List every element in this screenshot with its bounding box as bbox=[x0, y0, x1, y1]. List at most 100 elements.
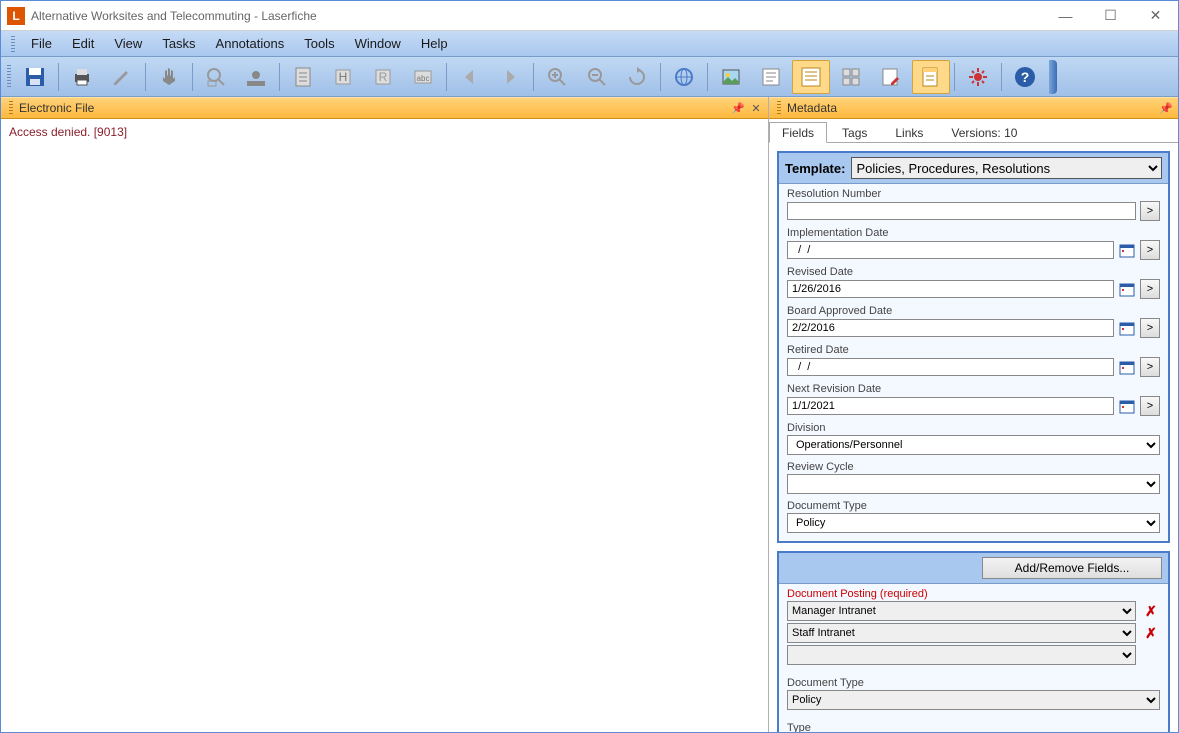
prev-icon[interactable] bbox=[451, 60, 489, 94]
calendar-icon[interactable] bbox=[1118, 397, 1136, 415]
resolution-number-more-button[interactable]: > bbox=[1140, 201, 1160, 221]
document-type2-select[interactable]: Policy bbox=[787, 690, 1160, 710]
calendar-icon[interactable] bbox=[1118, 241, 1136, 259]
help-icon[interactable]: ? bbox=[1006, 60, 1044, 94]
save-icon[interactable] bbox=[16, 60, 54, 94]
implementation-date-more-button[interactable]: > bbox=[1140, 240, 1160, 260]
pin-icon[interactable]: 📌 bbox=[1158, 100, 1174, 116]
toolbar-grip bbox=[7, 65, 11, 89]
app-icon: L bbox=[7, 7, 25, 25]
electronic-file-panel: Electronic File 📌 ✕ Access denied. [9013… bbox=[1, 97, 769, 732]
calendar-icon[interactable] bbox=[1118, 358, 1136, 376]
highlight-icon[interactable]: H bbox=[324, 60, 362, 94]
menubar-grip bbox=[11, 36, 15, 52]
minimize-button[interactable]: — bbox=[1043, 2, 1088, 30]
template-label: Template: bbox=[785, 161, 845, 176]
globe-icon[interactable] bbox=[665, 60, 703, 94]
field-retired-date: Retired Date > bbox=[779, 340, 1168, 379]
pan-icon[interactable] bbox=[150, 60, 188, 94]
close-button[interactable]: ✕ bbox=[1133, 2, 1178, 30]
menu-window[interactable]: Window bbox=[345, 32, 411, 55]
redact-icon[interactable]: R bbox=[364, 60, 402, 94]
template-select[interactable]: Policies, Procedures, Resolutions bbox=[851, 157, 1162, 179]
document-posting-select-3[interactable] bbox=[787, 645, 1136, 665]
revised-date-label: Revised Date bbox=[787, 266, 1160, 278]
panel-close-icon[interactable]: ✕ bbox=[748, 100, 764, 116]
resolution-number-label: Resolution Number bbox=[787, 188, 1160, 200]
toolbar-overflow[interactable] bbox=[1049, 60, 1057, 94]
menu-tasks[interactable]: Tasks bbox=[152, 32, 205, 55]
division-select[interactable]: Operations/Personnel bbox=[787, 435, 1160, 455]
panel-grip bbox=[777, 101, 781, 115]
document-posting-select-1[interactable]: Manager Intranet bbox=[787, 601, 1136, 621]
implementation-date-input[interactable] bbox=[787, 241, 1114, 259]
image-icon[interactable] bbox=[712, 60, 750, 94]
menu-help[interactable]: Help bbox=[411, 32, 458, 55]
board-approved-date-more-button[interactable]: > bbox=[1140, 318, 1160, 338]
metadata-header: Metadata 📌 bbox=[769, 97, 1178, 119]
review-cycle-select[interactable] bbox=[787, 474, 1160, 494]
print-icon[interactable] bbox=[63, 60, 101, 94]
document-type2-label: Document Type bbox=[787, 677, 1160, 689]
menu-file[interactable]: File bbox=[21, 32, 62, 55]
page-icon[interactable] bbox=[284, 60, 322, 94]
svg-text:abc: abc bbox=[417, 74, 430, 83]
document-type-select[interactable]: Policy bbox=[787, 513, 1160, 533]
next-revision-date-input[interactable] bbox=[787, 397, 1114, 415]
tab-links[interactable]: Links bbox=[882, 122, 936, 143]
edit-page-icon[interactable] bbox=[872, 60, 910, 94]
division-label: Division bbox=[787, 422, 1160, 434]
field-implementation-date: Implementation Date > bbox=[779, 223, 1168, 262]
tab-tags[interactable]: Tags bbox=[829, 122, 880, 143]
next-revision-date-more-button[interactable]: > bbox=[1140, 396, 1160, 416]
menu-view[interactable]: View bbox=[104, 32, 152, 55]
tab-fields[interactable]: Fields bbox=[769, 122, 827, 143]
grid-view-icon[interactable] bbox=[832, 60, 870, 94]
add-remove-fields-button[interactable]: Add/Remove Fields... bbox=[982, 557, 1162, 579]
document-posting-label: Document Posting (required) bbox=[787, 588, 1160, 600]
remove-row-icon[interactable]: ✗ bbox=[1142, 625, 1160, 642]
retired-date-input[interactable] bbox=[787, 358, 1114, 376]
electronic-file-header: Electronic File 📌 ✕ bbox=[1, 97, 768, 119]
metadata-panel-icon[interactable] bbox=[912, 60, 950, 94]
next-icon[interactable] bbox=[491, 60, 529, 94]
tab-versions[interactable]: Versions: 10 bbox=[938, 122, 1030, 143]
retired-date-more-button[interactable]: > bbox=[1140, 357, 1160, 377]
field-resolution-number: Resolution Number > bbox=[779, 184, 1168, 223]
select-icon[interactable] bbox=[237, 60, 275, 94]
remove-row-icon[interactable]: ✗ bbox=[1142, 603, 1160, 620]
review-cycle-label: Review Cycle bbox=[787, 461, 1160, 473]
revised-date-more-button[interactable]: > bbox=[1140, 279, 1160, 299]
calendar-icon[interactable] bbox=[1118, 319, 1136, 337]
metadata-tabs: Fields Tags Links Versions: 10 bbox=[769, 119, 1178, 143]
retired-date-label: Retired Date bbox=[787, 344, 1160, 356]
electronic-file-body: Access denied. [9013] bbox=[1, 119, 768, 732]
revised-date-input[interactable] bbox=[787, 280, 1114, 298]
board-approved-date-input[interactable] bbox=[787, 319, 1114, 337]
field-next-revision-date: Next Revision Date > bbox=[779, 379, 1168, 418]
access-denied-message: Access denied. [9013] bbox=[9, 125, 760, 139]
resolution-number-input[interactable] bbox=[787, 202, 1136, 220]
template-header: Template: Policies, Procedures, Resoluti… bbox=[779, 153, 1168, 184]
maximize-button[interactable]: ☐ bbox=[1088, 2, 1133, 30]
text-box-icon[interactable]: abc bbox=[404, 60, 442, 94]
menu-annotations[interactable]: Annotations bbox=[206, 32, 295, 55]
zoom-in-icon[interactable] bbox=[538, 60, 576, 94]
pin-icon[interactable]: 📌 bbox=[730, 100, 746, 116]
field-document-type: Documemt Type Policy bbox=[779, 496, 1168, 541]
field-type: Type word bbox=[779, 718, 1168, 732]
menu-tools[interactable]: Tools bbox=[294, 32, 344, 55]
template-box: Template: Policies, Procedures, Resoluti… bbox=[777, 151, 1170, 543]
menu-edit[interactable]: Edit bbox=[62, 32, 104, 55]
settings-icon[interactable] bbox=[959, 60, 997, 94]
zoom-out-icon[interactable] bbox=[578, 60, 616, 94]
thumbnails-icon[interactable] bbox=[792, 60, 830, 94]
add-remove-header: Add/Remove Fields... bbox=[779, 553, 1168, 584]
zoom-region-icon[interactable] bbox=[197, 60, 235, 94]
calendar-icon[interactable] bbox=[1118, 280, 1136, 298]
app-window: L Alternative Worksites and Telecommutin… bbox=[0, 0, 1179, 733]
pencil-icon[interactable] bbox=[103, 60, 141, 94]
rotate-icon[interactable] bbox=[618, 60, 656, 94]
document-posting-select-2[interactable]: Staff Intranet bbox=[787, 623, 1136, 643]
text-view-icon[interactable] bbox=[752, 60, 790, 94]
